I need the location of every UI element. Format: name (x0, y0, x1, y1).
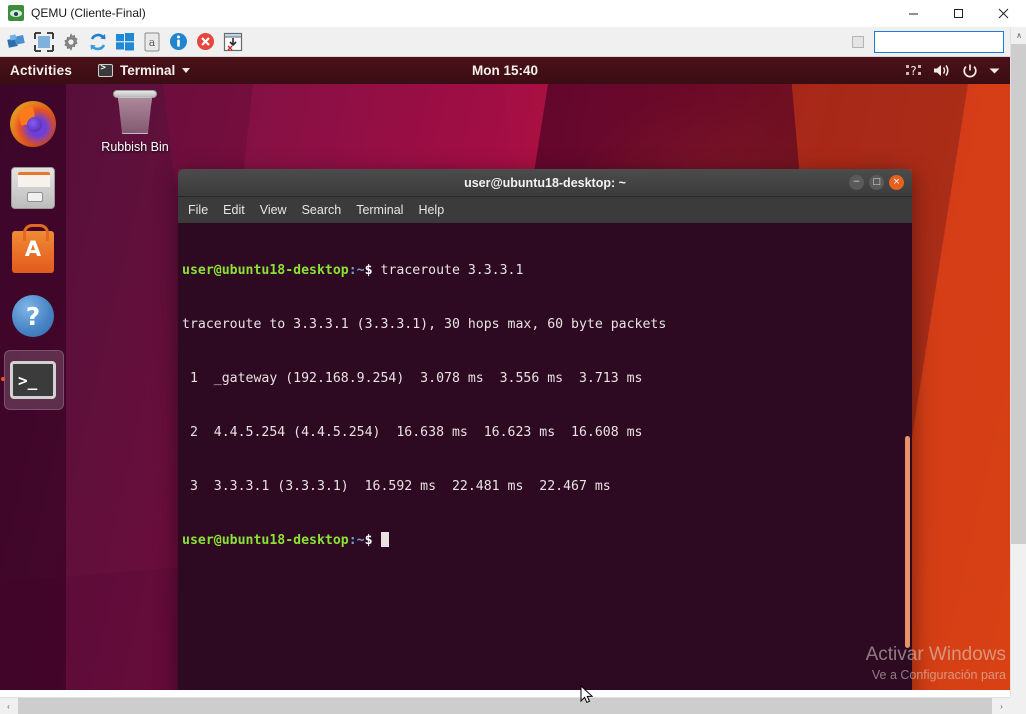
power-icon[interactable] (962, 63, 978, 79)
vertical-scrollbar[interactable]: ∧ ∨ (1010, 27, 1026, 714)
ubuntu-top-panel: Activities Terminal Mon 15:40 ? (0, 57, 1010, 84)
terminal-output-line: 2 4.4.5.254 (4.4.5.254) 16.638 ms 16.623… (180, 424, 912, 442)
terminal-title-bar[interactable]: user@ubuntu18-desktop: ~ − □ × (178, 169, 912, 197)
document-icon[interactable]: a (139, 29, 164, 54)
guest-viewport: Activities Terminal Mon 15:40 ? (0, 57, 1010, 690)
menu-item-file[interactable]: File (188, 203, 208, 217)
menu-item-help[interactable]: Help (418, 203, 444, 217)
terminal-menu-bar: File Edit View Search Terminal Help (178, 197, 912, 223)
horizontal-scrollbar-thumb[interactable] (18, 698, 992, 714)
host-window-title: QEMU (Cliente-Final) (31, 6, 146, 20)
panel-tray: ? (906, 63, 1000, 79)
menu-item-edit[interactable]: Edit (223, 203, 245, 217)
terminal-cursor (381, 532, 389, 547)
software-bag-icon: A (12, 231, 54, 273)
cancel-icon[interactable] (193, 29, 218, 54)
chevron-down-icon[interactable] (989, 67, 1000, 75)
app-menu-label: Terminal (120, 63, 175, 78)
mouse-cursor (580, 685, 594, 710)
ubuntu-dock: A ? >_ (0, 84, 66, 690)
terminal-icon (98, 64, 113, 77)
keyboard-input-icon[interactable]: ? (906, 63, 922, 78)
help-icon: ? (12, 295, 54, 337)
windows-logo-icon[interactable] (112, 29, 137, 54)
terminal-output-line: 1 _gateway (192.168.9.254) 3.078 ms 3.55… (180, 370, 912, 388)
terminal-icon: >_ (10, 361, 56, 399)
connect-icon[interactable] (4, 29, 29, 54)
terminal-prompt-line: user@ubuntu18-desktop:~$ (180, 532, 912, 550)
trash-icon (115, 90, 155, 136)
desktop-icon-label: Rubbish Bin (101, 140, 168, 154)
scrollbar-corner (1010, 697, 1026, 714)
close-icon[interactable] (981, 0, 1026, 27)
terminal-minimize-button[interactable]: − (849, 175, 864, 190)
terminal-maximize-button[interactable]: □ (869, 175, 884, 190)
host-window-controls (891, 0, 1026, 27)
minimize-icon[interactable] (891, 0, 936, 27)
prompt-path: :~ (349, 533, 365, 548)
terminal-output-line: traceroute to 3.3.3.1 (3.3.3.1), 30 hops… (180, 316, 912, 334)
volume-icon[interactable] (933, 63, 951, 78)
terminal-scrollbar[interactable] (905, 436, 910, 648)
toolbar-indicator-box (852, 36, 864, 48)
gear-icon[interactable] (58, 29, 83, 54)
chevron-down-icon (182, 68, 190, 73)
prompt-sign: $ (365, 533, 373, 548)
dock-item-terminal[interactable]: >_ (0, 348, 66, 412)
menu-item-terminal[interactable]: Terminal (356, 203, 403, 217)
refresh-icon[interactable] (85, 29, 110, 54)
svg-text:a: a (148, 36, 155, 49)
host-title-bar: QEMU (Cliente-Final) (0, 0, 1026, 27)
maximize-icon[interactable] (936, 0, 981, 27)
fullscreen-icon[interactable] (31, 29, 56, 54)
qemu-text-field[interactable] (874, 31, 1004, 53)
prompt-user: user@ubuntu18-desktop (182, 533, 349, 548)
terminal-close-button[interactable]: × (889, 175, 904, 190)
prompt-sign: $ (365, 263, 373, 278)
activities-button[interactable]: Activities (10, 63, 72, 78)
terminal-output-line: 3 3.3.3.1 (3.3.3.1) 16.592 ms 22.481 ms … (180, 478, 912, 496)
software-bag-letter: A (12, 239, 54, 260)
files-icon (11, 167, 55, 209)
qemu-toolbar: a (0, 27, 1026, 57)
terminal-window: user@ubuntu18-desktop: ~ − □ × File Edit… (178, 169, 912, 690)
svg-text:?: ? (910, 64, 916, 78)
menu-item-search[interactable]: Search (302, 203, 342, 217)
terminal-window-controls: − □ × (849, 175, 904, 190)
qemu-icon (8, 5, 24, 21)
horizontal-scrollbar[interactable]: ‹ › (0, 697, 1010, 714)
prompt-path: :~ (349, 263, 365, 278)
dock-item-files[interactable] (0, 156, 66, 220)
menu-item-view[interactable]: View (260, 203, 287, 217)
dock-item-help[interactable]: ? (0, 284, 66, 348)
scroll-left-icon[interactable]: ‹ (0, 698, 17, 714)
dock-item-ubuntu-software[interactable]: A (0, 220, 66, 284)
vertical-scrollbar-thumb[interactable] (1011, 44, 1026, 544)
qemu-application-window: QEMU (Cliente-Final) (0, 0, 1026, 714)
dock-item-firefox[interactable] (0, 92, 66, 156)
terminal-command: traceroute 3.3.3.1 (373, 263, 524, 278)
terminal-command-line: user@ubuntu18-desktop:~$ traceroute 3.3.… (180, 262, 912, 280)
firefox-icon (10, 101, 56, 147)
app-menu-terminal[interactable]: Terminal (98, 63, 190, 78)
prompt-user: user@ubuntu18-desktop (182, 263, 349, 278)
scroll-up-icon[interactable]: ∧ (1011, 27, 1026, 44)
scroll-right-icon[interactable]: › (993, 698, 1010, 714)
info-icon[interactable] (166, 29, 191, 54)
terminal-title: user@ubuntu18-desktop: ~ (178, 176, 912, 190)
desktop-icon-rubbish-bin[interactable]: Rubbish Bin (95, 90, 175, 154)
window-download-icon[interactable] (220, 29, 245, 54)
terminal-output-area[interactable]: user@ubuntu18-desktop:~$ traceroute 3.3.… (178, 223, 912, 690)
